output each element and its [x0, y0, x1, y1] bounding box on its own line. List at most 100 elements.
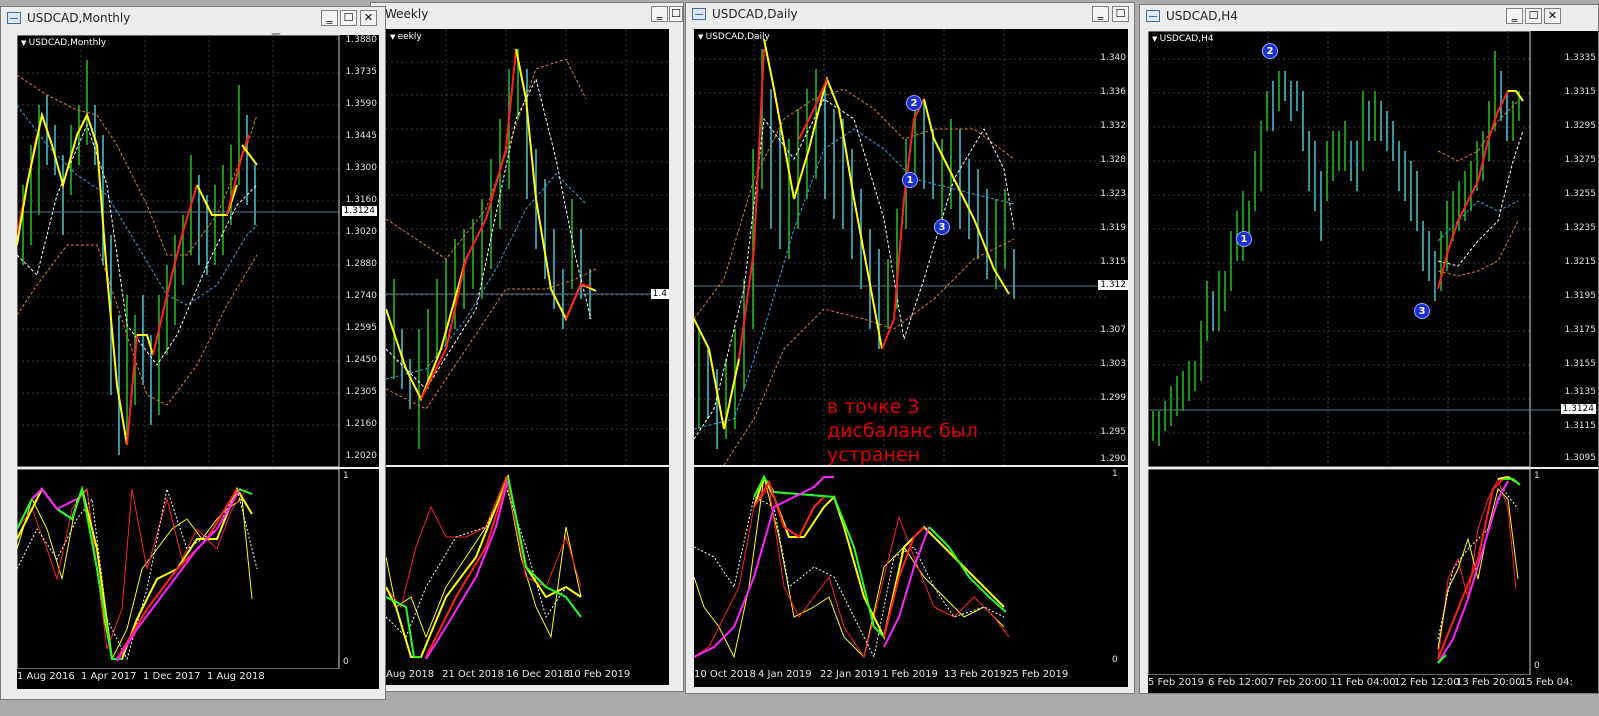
price-tick: 1.3445 [345, 131, 378, 141]
date-label: 12 Feb 12:00 [1394, 677, 1460, 688]
date-label: 1 Feb 2019 [882, 669, 938, 680]
window-daily[interactable]: USDCAD,Daily ‗ ☐ USDCAD,Daily [685, 2, 1135, 694]
price-tick: 1.3235 [1564, 223, 1597, 233]
minimize-button[interactable]: ‗ [1092, 6, 1109, 22]
oscillator-panel[interactable]: 1 0 [694, 467, 1128, 667]
time-axis: Aug 2018 21 Oct 2018 16 Dec 2018 10 Feb … [386, 667, 669, 685]
price-tick: 1.299 [1100, 393, 1126, 403]
price-chart[interactable]: USDCAD,H4 [1148, 31, 1598, 467]
minimize-button[interactable]: ‗ [651, 6, 668, 22]
price-tick: 1.3335 [1564, 53, 1597, 63]
date-label: 15 Feb 04: [1520, 677, 1573, 688]
price-tick: 1.3215 [1564, 257, 1597, 267]
current-price-label: 1.3124 [1560, 404, 1596, 414]
oscillator-panel[interactable] [386, 467, 669, 667]
date-label: 1 Dec 2017 [143, 671, 201, 682]
price-tick: 1.307 [1100, 325, 1126, 335]
maximize-button[interactable]: ☐ [1112, 6, 1129, 22]
close-button[interactable]: ✕ [1544, 8, 1561, 24]
price-tick: 1.3155 [1564, 359, 1597, 369]
price-tick: 1.3135 [1564, 387, 1597, 397]
date-label: 1 Apr 2017 [81, 671, 137, 682]
price-tick: 1.336 [1100, 87, 1126, 97]
marker-1: 1 [902, 172, 918, 188]
date-label: 1 Aug 2016 [17, 671, 75, 682]
price-tick: 1.3195 [1564, 291, 1597, 301]
price-chart-svg [1148, 31, 1598, 467]
osc-top-label: 1 [1534, 471, 1540, 481]
date-label: 10 Feb 2019 [568, 669, 631, 680]
chart-window-icon [692, 8, 706, 20]
date-label: 4 Jan 2019 [758, 669, 812, 680]
date-label: 10 Oct 2018 [694, 669, 756, 680]
window-weekly[interactable]: Weekly ‗ ☐ eekly [370, 2, 684, 692]
price-chart-svg [17, 35, 340, 467]
titlebar[interactable]: Weekly ‗ ☐ [371, 3, 683, 27]
osc-top-label: 1 [1112, 469, 1118, 479]
price-tick: 1.303 [1100, 359, 1126, 369]
date-label: 1 Aug 2018 [207, 671, 265, 682]
oscillator-svg [694, 474, 1010, 659]
price-tick: 1.2740 [345, 291, 378, 301]
window-title: USDCAD,H4 [1166, 9, 1238, 23]
date-label: 11 Feb 04:00 [1330, 677, 1396, 688]
minimize-button[interactable]: ‗ [1506, 8, 1523, 24]
price-chart[interactable]: USDCAD,Daily [694, 29, 1128, 465]
close-button[interactable]: ✕ [360, 10, 377, 26]
current-price-label: 1.4 [650, 289, 669, 299]
titlebar[interactable]: USDCAD,Monthly ‗ ☐ ✕ [1, 7, 385, 31]
maximize-button[interactable]: ☐ [669, 6, 683, 22]
price-tick: 1.3020 [345, 227, 378, 237]
price-chart[interactable]: eekly [386, 29, 669, 465]
price-tick: 1.2305 [345, 387, 378, 397]
price-tick: 1.323 [1100, 189, 1126, 199]
date-label: 13 Feb 20:00 [1456, 677, 1522, 688]
marker-2: 2 [906, 95, 922, 111]
price-tick: 1.295 [1100, 427, 1126, 437]
current-price-label: 1.3124 [341, 206, 377, 216]
time-axis: 1 Aug 2016 1 Apr 2017 1 Dec 2017 1 Aug 2… [17, 669, 379, 689]
chart-window-icon [7, 12, 21, 24]
price-tick: 1.3880 [345, 35, 378, 45]
window-title: USDCAD,Daily [712, 7, 798, 21]
price-tick: 1.3255 [1564, 189, 1597, 199]
price-tick: 1.3115 [1564, 421, 1597, 431]
maximize-button[interactable]: ☐ [340, 10, 357, 26]
osc-top-label: 1 [343, 471, 349, 481]
window-h4[interactable]: USDCAD,H4 ‗ ☐ ✕ USDCAD,H4 [1139, 4, 1599, 694]
price-tick: 1.3095 [1564, 453, 1597, 463]
annotation-text: в точке 3 дисбаланс был устранен [827, 396, 978, 465]
titlebar[interactable]: USDCAD,Daily ‗ ☐ [686, 3, 1134, 27]
date-label: 21 Oct 2018 [442, 669, 504, 680]
price-tick: 1.3175 [1564, 325, 1597, 335]
price-tick: 1.2160 [345, 419, 378, 429]
oscillator-svg [1148, 469, 1531, 675]
date-label: 16 Dec 2018 [506, 669, 570, 680]
price-tick: 1.3160 [345, 195, 378, 205]
marker-1: 1 [1236, 231, 1252, 247]
price-chart[interactable]: USDCAD,Monthly [17, 35, 379, 467]
marker-2: 2 [1262, 43, 1278, 59]
date-label: 5 Feb 2019 [1148, 677, 1204, 688]
date-label: 6 Feb 12:00 [1208, 677, 1268, 688]
price-tick: 1.2020 [345, 451, 378, 461]
date-label: 13 Feb 2019 [944, 669, 1007, 680]
oscillator-panel[interactable]: 1 0 [17, 469, 379, 669]
price-tick: 1.3295 [1564, 121, 1597, 131]
current-price-label: 1.312 [1098, 280, 1128, 290]
osc-bottom-label: 0 [343, 657, 349, 667]
maximize-button[interactable]: ☐ [1525, 8, 1542, 24]
window-monthly[interactable]: USDCAD,Monthly ‗ ☐ ✕ USDCAD,Monthly [0, 6, 386, 700]
price-tick: 1.319 [1100, 223, 1126, 233]
window-title: Weekly [385, 7, 429, 21]
price-tick: 1.2450 [345, 355, 378, 365]
oscillator-panel[interactable]: 1 0 [1148, 469, 1598, 675]
price-tick: 1.332 [1100, 121, 1126, 131]
date-label: 22 Jan 2019 [820, 669, 880, 680]
date-label: Aug 2018 [386, 669, 435, 680]
oscillator-svg [17, 469, 340, 669]
minimize-button[interactable]: ‗ [321, 10, 338, 26]
date-label: 7 Feb 20:00 [1268, 677, 1328, 688]
price-tick: 1.3275 [1564, 155, 1597, 165]
titlebar[interactable]: USDCAD,H4 ‗ ☐ ✕ [1140, 5, 1598, 29]
